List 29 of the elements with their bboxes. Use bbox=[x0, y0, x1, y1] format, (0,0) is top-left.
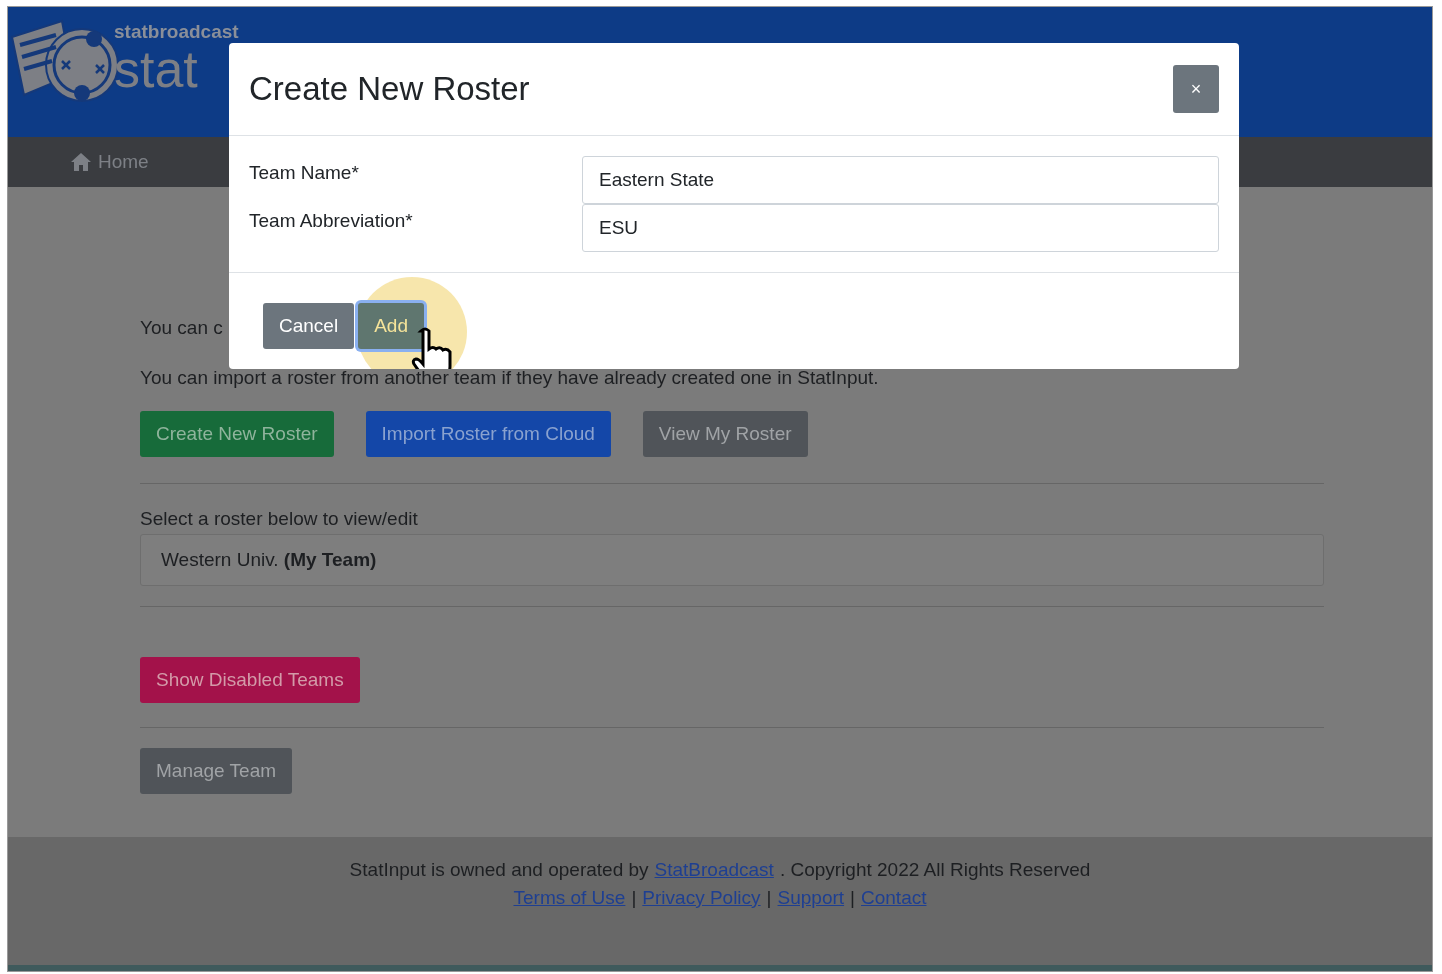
input-field[interactable]: ESU bbox=[582, 204, 1219, 252]
footer-link[interactable]: Privacy Policy bbox=[642, 887, 761, 909]
intro-text: You can c bbox=[140, 317, 223, 339]
dialog-button[interactable]: Cancel bbox=[263, 303, 355, 349]
copyright-text: StatInput is owned and operated by StatBroadcast . Copyright 2022 All Rights Reserved bbox=[349, 859, 1091, 881]
field-label: Team Abbreviation* bbox=[249, 209, 414, 232]
input-field[interactable]: Eastern State bbox=[582, 156, 1219, 204]
select-label: Select a roster below to view/edit bbox=[140, 508, 419, 530]
action-button[interactable]: Create New Roster bbox=[140, 411, 334, 457]
footer-link[interactable]: Support bbox=[777, 887, 845, 909]
action-button[interactable]: View My Roster bbox=[642, 411, 808, 457]
import-text: You can import a roster from another team if they have already created one in StatInput. bbox=[140, 367, 880, 389]
close-button[interactable]: × bbox=[1173, 65, 1219, 113]
brand-name: stat bbox=[114, 43, 199, 95]
separator: | bbox=[631, 887, 637, 909]
footer-link[interactable]: Terms of Use bbox=[513, 887, 626, 909]
action-button[interactable]: Import Roster from Cloud bbox=[365, 411, 611, 457]
footer-link[interactable]: Contact bbox=[861, 887, 927, 909]
home-link[interactable]: Home bbox=[70, 151, 149, 173]
separator: | bbox=[766, 887, 772, 909]
statbroadcast-link[interactable]: StatBroadcast bbox=[654, 859, 774, 881]
separator: | bbox=[850, 887, 855, 909]
field-label: Team Name* bbox=[249, 161, 360, 184]
dialog-button[interactable]: Add bbox=[358, 303, 424, 349]
modal-title: Create New Roster bbox=[249, 70, 530, 108]
brand-tagline: statbroadcast bbox=[114, 21, 239, 43]
home-icon bbox=[70, 152, 92, 172]
roster-select[interactable]: Western Univ. (My Team) bbox=[140, 534, 1324, 586]
manage-team-button[interactable]: Manage Team bbox=[140, 748, 293, 794]
